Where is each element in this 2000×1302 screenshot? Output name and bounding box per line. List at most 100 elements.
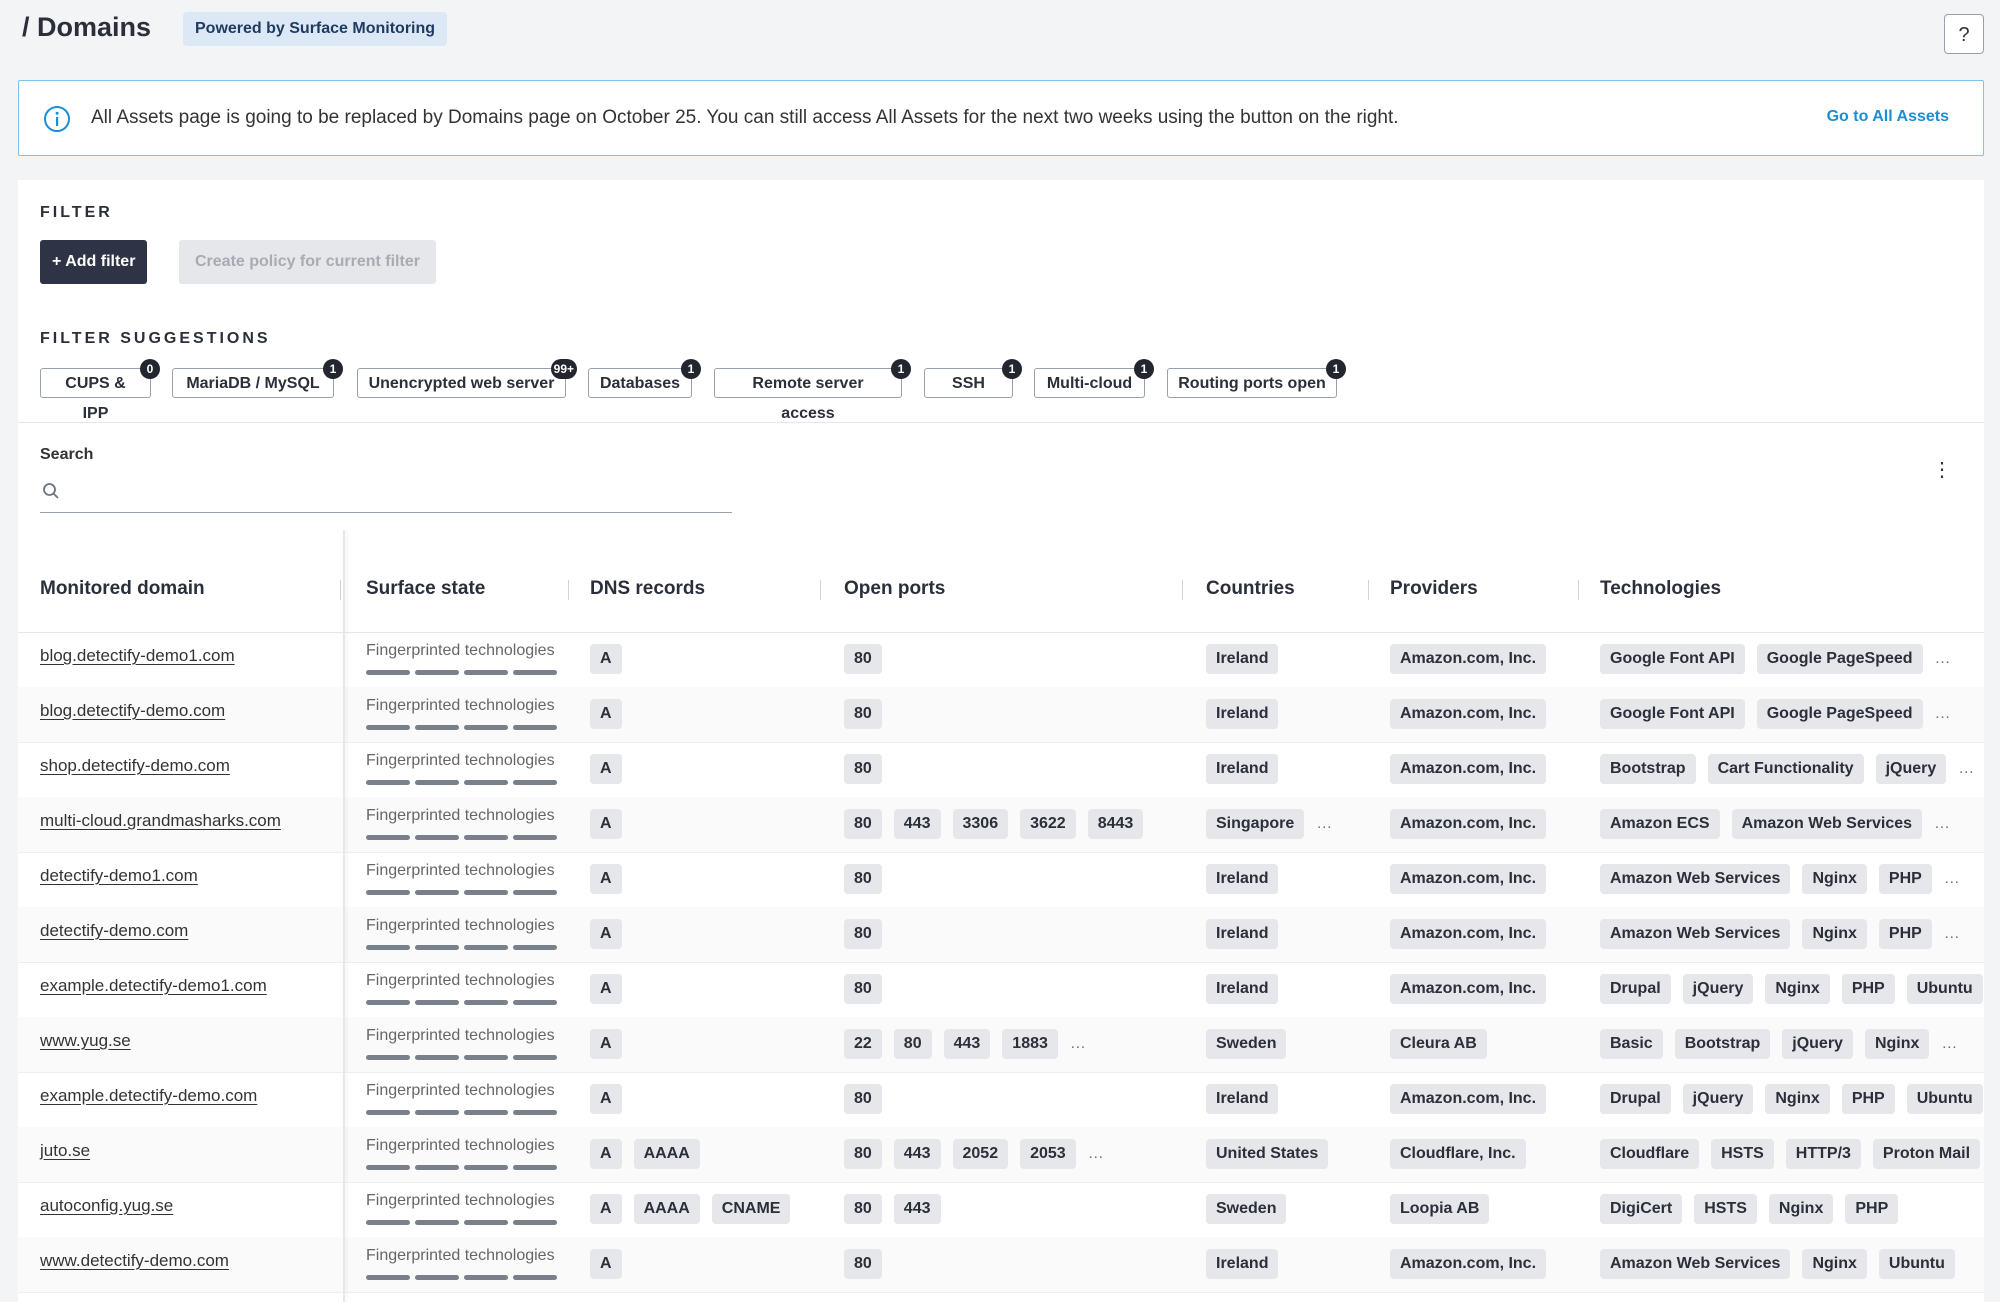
technology-tag[interactable]: Amazon ECS	[1600, 809, 1720, 839]
provider-tag[interactable]: Cleura AB	[1390, 1029, 1487, 1059]
more-items-ellipsis[interactable]: …	[1316, 815, 1333, 833]
more-items-ellipsis[interactable]: …	[1958, 760, 1975, 778]
country-tag[interactable]: Ireland	[1206, 974, 1279, 1004]
technology-tag[interactable]: Google Font API	[1600, 699, 1745, 729]
country-tag[interactable]: Ireland	[1206, 864, 1279, 894]
provider-tag[interactable]: Cloudflare, Inc.	[1390, 1139, 1526, 1169]
open-port-tag[interactable]: 443	[893, 1194, 941, 1224]
open-port-tag[interactable]: 443	[943, 1029, 991, 1059]
domain-link[interactable]: example.detectify-demo.com	[40, 1086, 257, 1106]
provider-tag[interactable]: Amazon.com, Inc.	[1390, 809, 1547, 839]
country-tag[interactable]: Sweden	[1206, 1029, 1287, 1059]
technology-tag[interactable]: Ubuntu	[1906, 1084, 1983, 1114]
dns-record-tag[interactable]: A	[590, 754, 622, 784]
technology-tag[interactable]: jQuery	[1682, 974, 1754, 1004]
dns-record-tag[interactable]: A	[590, 1249, 622, 1279]
create-policy-button[interactable]: Create policy for current filter	[179, 240, 436, 284]
country-tag[interactable]: Sweden	[1206, 1194, 1287, 1224]
country-tag[interactable]: Ireland	[1206, 754, 1279, 784]
technology-tag[interactable]: Nginx	[1802, 864, 1867, 894]
domain-link[interactable]: detectify-demo1.com	[40, 866, 198, 886]
suggestion-chip-remote-server-access[interactable]: Remote server access 1	[714, 359, 911, 422]
technology-tag[interactable]: jQuery	[1682, 1084, 1754, 1114]
suggestion-chip-cups-ipp[interactable]: CUPS & IPP 0	[40, 359, 160, 422]
technology-tag[interactable]: Bootstrap	[1600, 754, 1696, 784]
suggestion-chip-routing-ports-open[interactable]: Routing ports open 1	[1167, 359, 1346, 398]
domain-link[interactable]: www.detectify-demo.com	[40, 1251, 229, 1271]
dns-record-tag[interactable]: A	[590, 1029, 622, 1059]
more-items-ellipsis[interactable]: …	[1941, 1035, 1958, 1053]
open-port-tag[interactable]: 3622	[1020, 809, 1076, 839]
country-tag[interactable]: Ireland	[1206, 644, 1279, 674]
country-tag[interactable]: Ireland	[1206, 919, 1279, 949]
open-port-tag[interactable]: 80	[844, 974, 882, 1004]
dns-record-tag[interactable]: A	[590, 1084, 622, 1114]
open-port-tag[interactable]: 80	[844, 1139, 882, 1169]
technology-tag[interactable]: Basic	[1600, 1029, 1663, 1059]
more-items-ellipsis[interactable]: …	[1944, 925, 1961, 943]
technology-tag[interactable]: Nginx	[1765, 1084, 1830, 1114]
open-port-tag[interactable]: 80	[844, 644, 882, 674]
technology-tag[interactable]: Google PageSpeed	[1756, 644, 1923, 674]
column-header-countries[interactable]: Countries	[1206, 578, 1295, 600]
dns-record-tag[interactable]: A	[590, 1139, 622, 1169]
open-port-tag[interactable]: 2052	[952, 1139, 1009, 1169]
technology-tag[interactable]: Drupal	[1600, 1084, 1671, 1114]
domain-link[interactable]: blog.detectify-demo1.com	[40, 646, 235, 666]
technology-tag[interactable]: HTTP/3	[1785, 1139, 1861, 1169]
country-tag[interactable]: Singapore	[1206, 809, 1305, 839]
provider-tag[interactable]: Amazon.com, Inc.	[1390, 1249, 1547, 1279]
search-input[interactable]	[70, 476, 724, 508]
suggestion-chip-mariadb-mysql[interactable]: MariaDB / MySQL 1	[172, 359, 343, 398]
help-button[interactable]: ?	[1944, 14, 1984, 54]
domain-link[interactable]: juto.se	[40, 1141, 90, 1161]
open-port-tag[interactable]: 8443	[1087, 809, 1144, 839]
technology-tag[interactable]: Ubuntu	[1906, 974, 1983, 1004]
technology-tag[interactable]: PHP	[1878, 919, 1932, 949]
domain-link[interactable]: shop.detectify-demo.com	[40, 756, 230, 776]
more-items-ellipsis[interactable]: …	[1944, 870, 1961, 888]
technology-tag[interactable]: Amazon Web Services	[1731, 809, 1923, 839]
provider-tag[interactable]: Amazon.com, Inc.	[1390, 864, 1547, 894]
open-port-tag[interactable]: 443	[893, 1139, 941, 1169]
technology-tag[interactable]: PHP	[1841, 974, 1895, 1004]
dns-record-tag[interactable]: AAAA	[633, 1194, 700, 1224]
open-port-tag[interactable]: 80	[844, 1084, 882, 1114]
technology-tag[interactable]: PHP	[1878, 864, 1932, 894]
technology-tag[interactable]: PHP	[1845, 1194, 1899, 1224]
technology-tag[interactable]: Proton Mail	[1872, 1139, 1981, 1169]
suggestion-chip-ssh[interactable]: SSH 1	[924, 359, 1022, 398]
provider-tag[interactable]: Amazon.com, Inc.	[1390, 644, 1547, 674]
provider-tag[interactable]: Amazon.com, Inc.	[1390, 1084, 1547, 1114]
provider-tag[interactable]: Amazon.com, Inc.	[1390, 919, 1547, 949]
dns-record-tag[interactable]: A	[590, 1194, 622, 1224]
dns-record-tag[interactable]: CNAME	[711, 1194, 791, 1224]
country-tag[interactable]: Ireland	[1206, 1249, 1279, 1279]
technology-tag[interactable]: Nginx	[1802, 919, 1867, 949]
suggestion-chip-multi-cloud[interactable]: Multi-cloud 1	[1034, 359, 1154, 398]
suggestion-chip-databases[interactable]: Databases 1	[588, 359, 701, 398]
dns-record-tag[interactable]: AAAA	[633, 1139, 700, 1169]
open-port-tag[interactable]: 80	[844, 754, 882, 784]
technology-tag[interactable]: Nginx	[1802, 1249, 1867, 1279]
column-header-monitored-domain[interactable]: Monitored domain	[40, 578, 205, 600]
more-items-ellipsis[interactable]: …	[1934, 815, 1951, 833]
technology-tag[interactable]: Cloudflare	[1600, 1139, 1700, 1169]
open-port-tag[interactable]: 80	[844, 1194, 882, 1224]
country-tag[interactable]: United States	[1206, 1139, 1329, 1169]
technology-tag[interactable]: HSTS	[1694, 1194, 1757, 1224]
provider-tag[interactable]: Amazon.com, Inc.	[1390, 754, 1547, 784]
add-filter-button[interactable]: + Add filter	[40, 240, 148, 284]
technology-tag[interactable]: HSTS	[1711, 1139, 1774, 1169]
dns-record-tag[interactable]: A	[590, 644, 622, 674]
open-port-tag[interactable]: 2053	[1020, 1139, 1076, 1169]
domain-link[interactable]: www.yug.se	[40, 1031, 131, 1051]
open-port-tag[interactable]: 22	[844, 1029, 882, 1059]
domain-link[interactable]: autoconfig.yug.se	[40, 1196, 173, 1216]
more-items-ellipsis[interactable]: …	[1070, 1035, 1087, 1053]
country-tag[interactable]: Ireland	[1206, 699, 1279, 729]
domain-link[interactable]: blog.detectify-demo.com	[40, 701, 225, 721]
column-header-open-ports[interactable]: Open ports	[844, 578, 945, 600]
more-items-ellipsis[interactable]: …	[1935, 705, 1952, 723]
more-items-ellipsis[interactable]: …	[1088, 1145, 1105, 1163]
